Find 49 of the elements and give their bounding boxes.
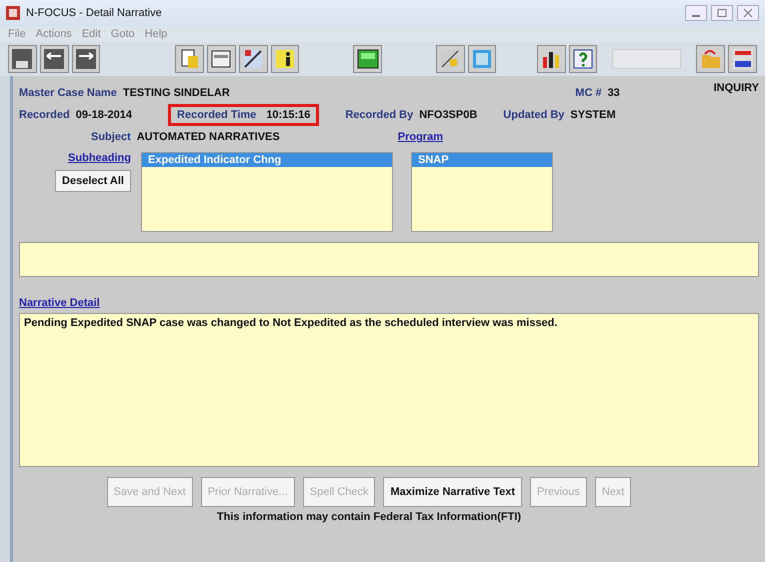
close-icon[interactable] — [737, 5, 759, 21]
field-label: Updated By — [503, 109, 564, 121]
menu-item[interactable]: Actions — [36, 28, 72, 40]
maximize-icon[interactable] — [711, 5, 733, 21]
document-icon[interactable] — [175, 45, 204, 73]
narrative-text-area[interactable]: Pending Expedited SNAP case was changed to Not Expedited as the scheduled interview was missed. — [19, 313, 759, 467]
field-label: MC # — [575, 87, 602, 99]
field-value: TESTING SINDELAR — [122, 87, 230, 99]
field-value: AUTOMATED NARRATIVES — [136, 131, 280, 143]
info-icon[interactable] — [270, 45, 300, 73]
field-label: Subject — [91, 131, 131, 143]
window-icon[interactable] — [468, 45, 496, 73]
menu-item[interactable]: File — [8, 28, 26, 40]
help-icon[interactable] — [568, 45, 598, 73]
window-title: N-FOCUS - Detail Narrative — [26, 7, 162, 19]
field-value: 09-18-2014 — [76, 109, 132, 121]
field-label: Recorded By — [345, 109, 414, 121]
slash-icon[interactable] — [238, 45, 268, 73]
list-item[interactable]: SNAP — [412, 153, 552, 167]
form-icon[interactable] — [207, 45, 236, 73]
minimize-icon[interactable] — [685, 5, 707, 21]
fti-notice: This information may contain Federal Tax Information(FTI) — [216, 511, 522, 523]
menu-item[interactable]: Edit — [82, 28, 101, 40]
folder-icon[interactable] — [696, 45, 726, 73]
field-value: NFO3SP0B — [419, 109, 478, 121]
field-label: Recorded — [19, 109, 70, 121]
subheading-list[interactable]: Expedited Indicator Chng — [141, 152, 393, 232]
list-item[interactable]: Expedited Indicator Chng — [142, 153, 392, 167]
menu-item[interactable]: Help — [144, 28, 168, 40]
bar-chart-icon[interactable] — [536, 45, 566, 73]
narrative-detail-link[interactable]: Narrative Detail — [19, 297, 100, 309]
mode-label: INQUIRY — [714, 82, 759, 94]
monitor-icon[interactable] — [353, 45, 382, 73]
computer-icon[interactable] — [436, 45, 465, 73]
field-label: Master Case Name — [19, 87, 117, 99]
action-button[interactable]: Maximize Narrative Text — [383, 477, 522, 507]
subheading-link[interactable]: Subheading — [68, 152, 131, 164]
app-logo-icon — [6, 6, 20, 20]
program-list[interactable]: SNAP — [411, 152, 553, 232]
input-field[interactable] — [19, 242, 759, 277]
deselect-all-button[interactable]: Deselect All — [55, 170, 131, 192]
toolbar-field[interactable] — [612, 49, 682, 69]
field-value: 33 — [608, 87, 621, 99]
menu-icon[interactable] — [728, 45, 757, 73]
program-link[interactable]: Program — [398, 131, 443, 143]
field-value: 10:15:16 — [266, 109, 310, 121]
field-label: Recorded Time — [177, 109, 256, 121]
field-value: SYSTEM — [570, 109, 616, 121]
menu-item[interactable]: Goto — [110, 28, 135, 40]
